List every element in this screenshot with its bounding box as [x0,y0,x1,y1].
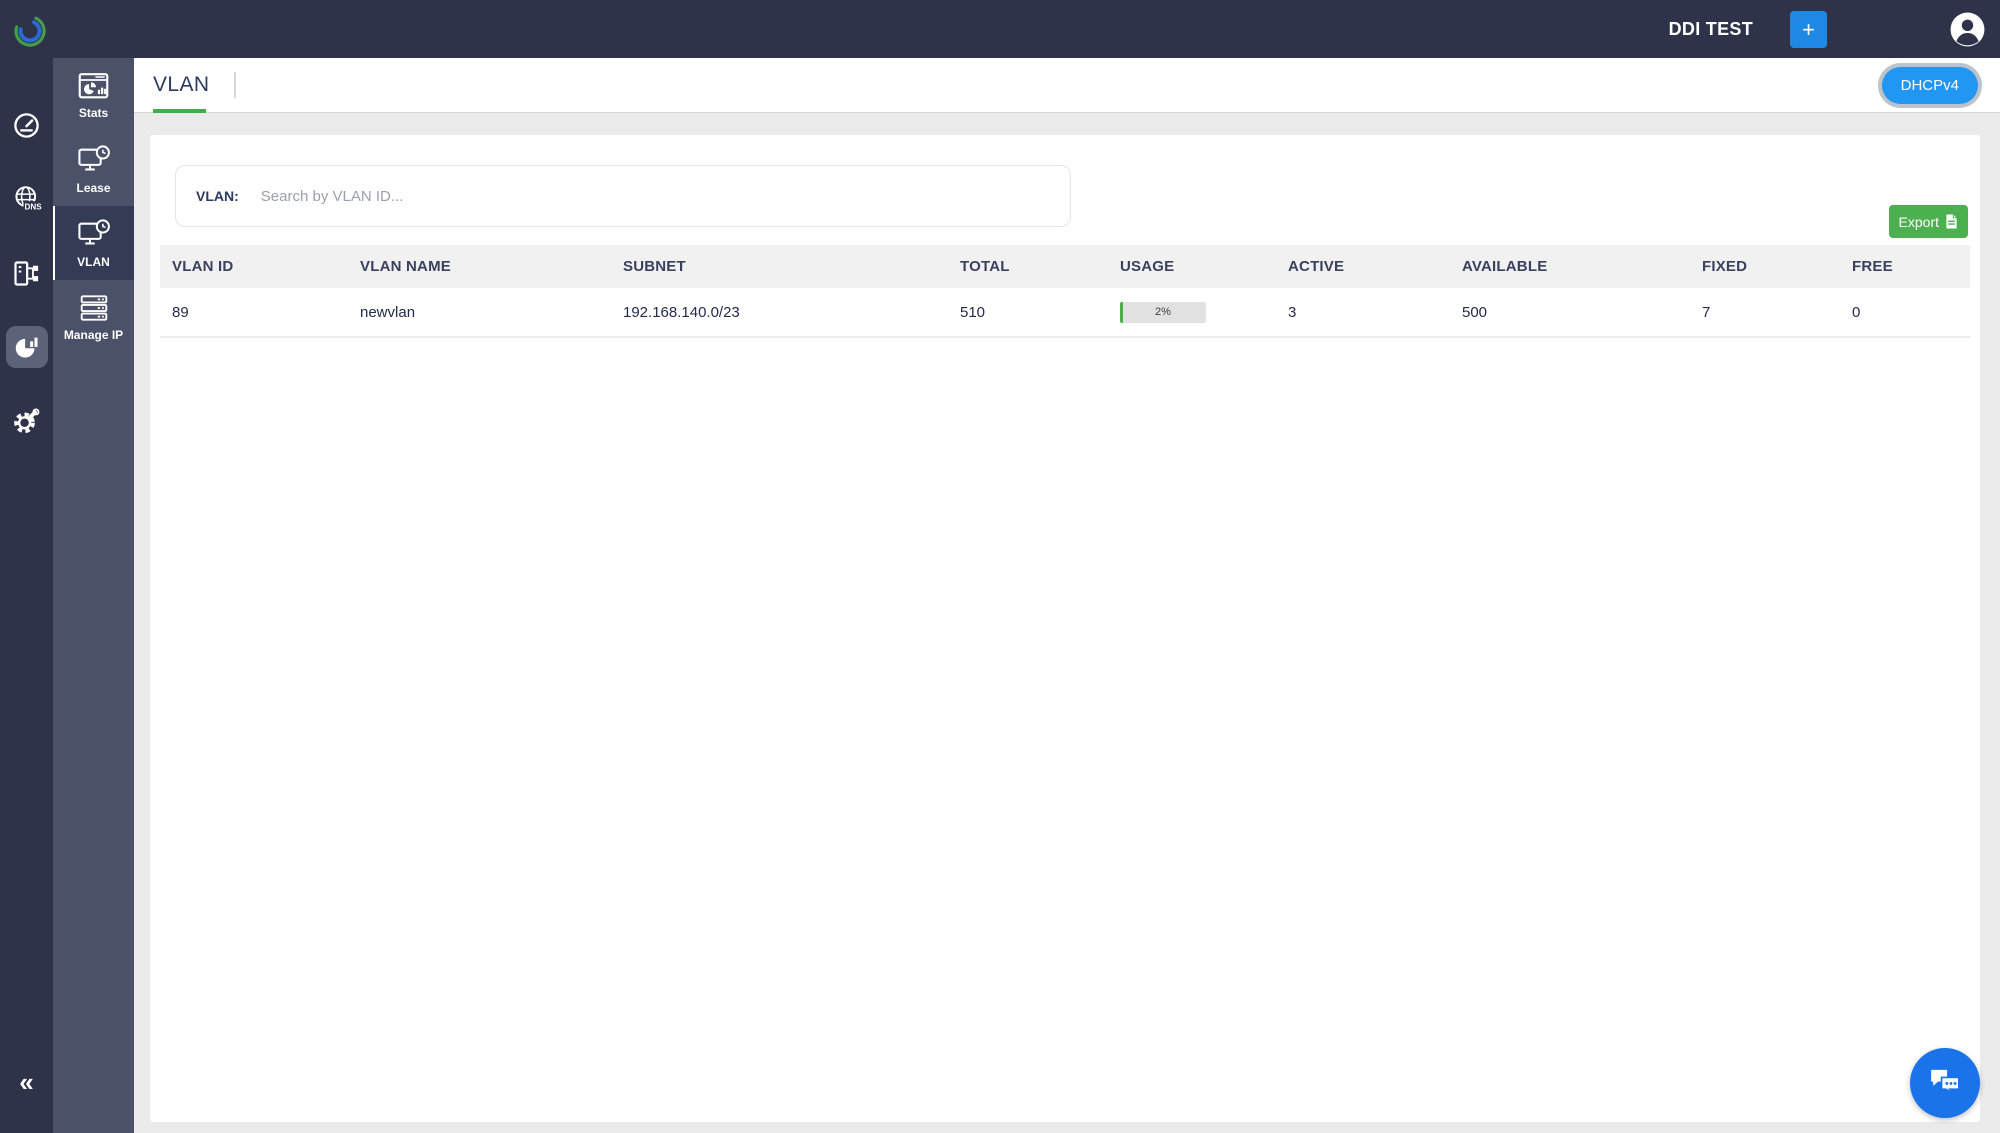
usage-progress-bar: 2% [1120,301,1206,323]
col-header-fixed: FIXED [1690,245,1840,288]
export-button[interactable]: Export [1888,205,1968,238]
add-button[interactable]: + [1790,11,1827,48]
sidebar-item-stats[interactable]: Stats [53,58,134,132]
cell-fixed: 7 [1690,288,1840,338]
table-row[interactable]: 89 newvlan 192.168.140.0/23 510 2% 3 500… [160,288,1970,338]
col-header-subnet: SUBNET [611,245,948,288]
server-stack-icon [80,294,107,321]
col-header-vlan-id: VLAN ID [160,245,348,288]
user-avatar[interactable] [1949,11,1986,48]
monitor-clock-icon [77,144,110,171]
account-icon [1950,12,1985,47]
export-label: Export [1898,213,1939,230]
col-header-vlan-name: VLAN NAME [348,245,611,288]
sidebar-item-vlan[interactable]: VLAN [53,206,134,280]
tab-vlan[interactable]: VLAN [153,58,209,113]
cell-vlan-id: 89 [160,288,348,338]
col-header-active: ACTIVE [1276,245,1450,288]
chat-bubbles-icon [1931,1069,1960,1095]
collapse-chevrons-icon: « [19,1067,34,1097]
tab-separator [234,72,237,98]
sidebar-item-dhcp-stats[interactable] [5,326,48,368]
pie-bar-chart-icon [15,337,37,358]
cell-available: 500 [1450,288,1690,338]
usage-percent-label: 2% [1155,306,1171,318]
cell-free: 0 [1840,288,1970,338]
vlan-search-input[interactable] [260,176,1070,216]
cell-total: 510 [948,288,1108,338]
search-label: VLAN: [196,188,239,204]
tab-bar: VLAN DHCPv4 [134,58,2000,113]
primary-sidebar: DNS « [0,0,53,1133]
monitor-clock-icon [77,218,110,245]
sidebar-item-settings[interactable] [10,404,44,438]
collapse-sidebar-button[interactable]: « [0,1069,53,1095]
sidebar-item-label: Stats [78,105,109,120]
dhcpv4-mode-button[interactable]: DHCPv4 [1881,66,1978,104]
vlan-table: VLAN ID VLAN NAME SUBNET TOTAL USAGE ACT… [160,245,1970,338]
sidebar-item-lease[interactable]: Lease [53,132,134,206]
gear-wrench-icon [14,407,40,433]
table-header-row: VLAN ID VLAN NAME SUBNET TOTAL USAGE ACT… [160,245,1970,288]
server-tree-icon [14,260,39,286]
cell-subnet: 192.168.140.0/23 [611,288,948,338]
sidebar-item-dns[interactable]: DNS [10,182,44,216]
sidebar-item-label: Lease [76,180,111,195]
chat-widget-button[interactable] [1910,1048,1980,1118]
col-header-usage: USAGE [1108,245,1276,288]
sidebar-item-dashboard[interactable] [10,108,44,142]
svg-text:DNS: DNS [24,202,42,211]
export-file-icon [1946,214,1957,229]
gauge-icon [14,112,39,138]
sidebar-item-label: VLAN [77,254,110,269]
main-area: VLAN DHCPv4 VLAN: Export [134,58,2000,1133]
top-bar: DDI TEST + [0,0,2000,58]
stats-window-icon [78,72,109,98]
sidebar-item-label: Manage IP [63,327,124,342]
col-header-available: AVAILABLE [1450,245,1690,288]
sidebar-item-ipam[interactable] [10,256,44,290]
tab-label: VLAN [153,73,210,96]
cell-vlan-name: newvlan [348,288,611,338]
col-header-total: TOTAL [948,245,1108,288]
vlan-card: VLAN: Export [150,135,1980,1122]
sidebar-item-manage-ip[interactable]: Manage IP [53,280,134,354]
cell-usage: 2% [1108,288,1276,338]
col-header-free: FREE [1840,245,1970,288]
secondary-sidebar: Stats Lease VLAN Manage IP [53,58,134,1133]
cell-active: 3 [1276,288,1450,338]
dns-globe-icon: DNS [14,186,42,211]
active-tab-underline [153,108,206,113]
vlan-search-box: VLAN: [175,165,1071,227]
content-area: VLAN: Export [134,113,2000,1133]
app-logo-icon [8,7,52,51]
workspace-title: DDI TEST [1668,18,1753,39]
